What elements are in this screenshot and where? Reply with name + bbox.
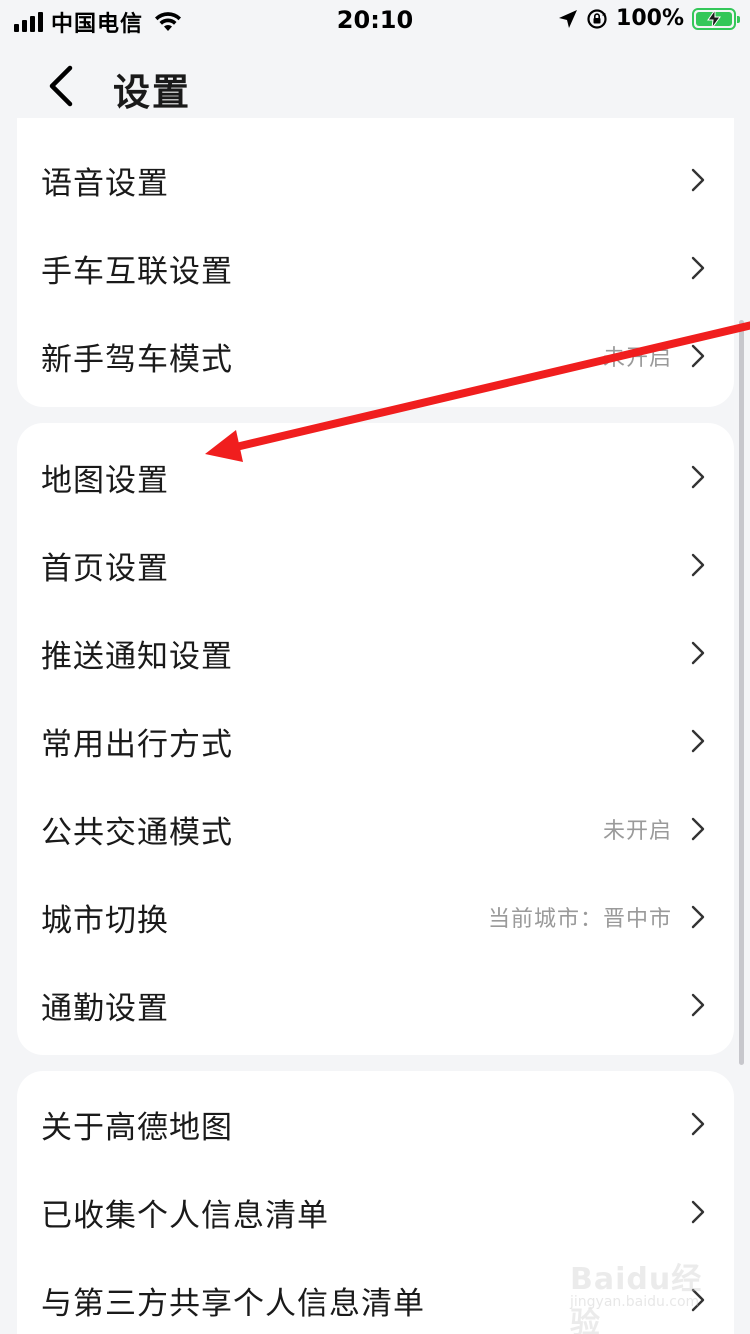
page-title: 设置 — [113, 71, 191, 114]
settings-item-collected-info[interactable]: 已收集个人信息清单 — [17, 1168, 734, 1256]
chevron-right-icon — [691, 256, 705, 280]
back-icon[interactable] — [40, 62, 84, 110]
settings-item-city-switch[interactable]: 城市切换 当前城市：晋中市 — [17, 873, 734, 961]
item-label: 地图设置 — [41, 462, 169, 499]
item-status: 未开启 — [602, 346, 672, 371]
item-label: 新手驾车模式 — [41, 341, 233, 378]
item-label: 常用出行方式 — [41, 726, 233, 763]
item-status: 未开启 — [602, 819, 672, 844]
current-city: 当前城市：晋中市 — [487, 907, 672, 932]
battery-icon — [692, 7, 740, 30]
settings-item-travel-mode[interactable]: 常用出行方式 — [17, 697, 734, 785]
watermark-url: jingyan.baidu.com — [570, 1294, 700, 1310]
chevron-right-icon — [691, 553, 705, 577]
settings-item-map[interactable]: 地图设置 — [17, 433, 734, 521]
item-label: 城市切换 — [41, 902, 169, 939]
settings-item-voice[interactable]: 语音设置 — [17, 136, 734, 224]
item-label: 关于高德地图 — [41, 1109, 233, 1146]
settings-item-about[interactable]: 关于高德地图 — [17, 1080, 734, 1168]
settings-item-phone-car-link[interactable]: 手车互联设置 — [17, 224, 734, 312]
chevron-right-icon — [691, 168, 705, 192]
chevron-right-icon — [691, 905, 705, 929]
chevron-right-icon — [691, 729, 705, 753]
chevron-right-icon — [691, 344, 705, 368]
item-label: 推送通知设置 — [41, 638, 233, 675]
item-label: 已收集个人信息清单 — [41, 1197, 329, 1234]
nav-bar: 设置 — [0, 44, 750, 128]
settings-section-1: 语音设置 手车互联设置 新手驾车模式 未开启 — [17, 118, 734, 407]
battery-percentage: 100% — [616, 6, 684, 31]
item-label: 首页设置 — [41, 550, 169, 587]
chevron-right-icon — [691, 465, 705, 489]
item-label: 手车互联设置 — [41, 253, 233, 290]
item-label: 通勤设置 — [41, 990, 169, 1027]
chevron-right-icon — [691, 641, 705, 665]
item-label: 公共交通模式 — [41, 814, 233, 851]
status-right: 100% — [558, 6, 740, 31]
item-label: 语音设置 — [41, 165, 169, 202]
item-label: 与第三方共享个人信息清单 — [41, 1285, 425, 1322]
settings-item-home[interactable]: 首页设置 — [17, 521, 734, 609]
settings-item-public-transit[interactable]: 公共交通模式 未开启 — [17, 785, 734, 873]
chevron-right-icon — [691, 1200, 705, 1224]
baidu-watermark: Baidu经验 jingyan.baidu.com — [570, 1254, 710, 1334]
chevron-right-icon — [691, 817, 705, 841]
location-icon — [559, 9, 578, 28]
settings-item-novice-driving[interactable]: 新手驾车模式 未开启 — [17, 312, 734, 400]
chevron-right-icon — [691, 1112, 705, 1136]
chevron-right-icon — [691, 993, 705, 1017]
scrollbar[interactable] — [739, 320, 744, 1065]
rotation-lock-icon — [587, 8, 607, 29]
screen: 中国电信 20:10 100% 设置 语音设置 手车互联设置 新手驾车模式 未开… — [0, 0, 750, 1334]
settings-section-2: 地图设置 首页设置 推送通知设置 常用出行方式 公共交通模式 未开启 城市切换 … — [17, 423, 734, 1055]
status-bar: 中国电信 20:10 100% — [0, 0, 750, 44]
settings-item-commute[interactable]: 通勤设置 — [17, 961, 734, 1049]
settings-item-push-notification[interactable]: 推送通知设置 — [17, 609, 734, 697]
